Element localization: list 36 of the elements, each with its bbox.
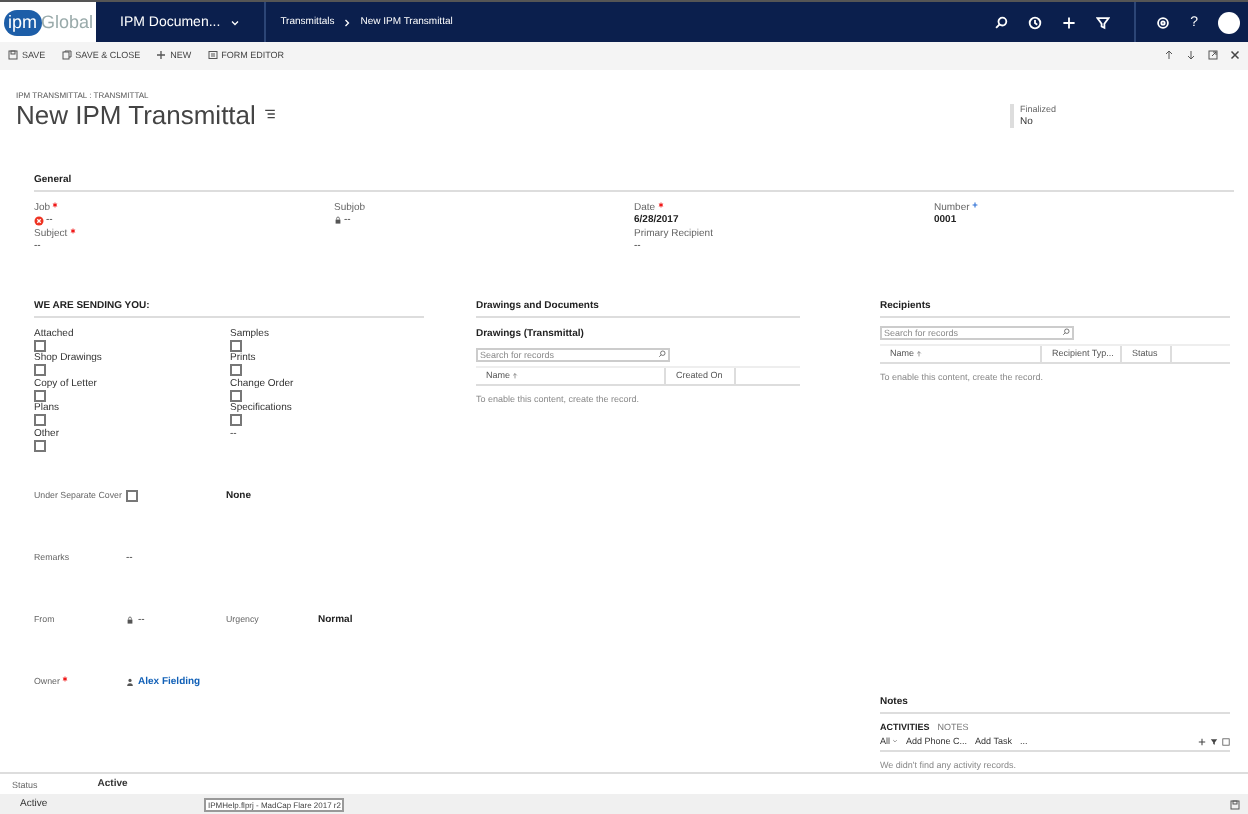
checkbox[interactable] bbox=[34, 364, 46, 377]
close-icon[interactable] bbox=[1230, 50, 1240, 61]
person-icon bbox=[126, 677, 134, 686]
popout-icon[interactable] bbox=[1208, 50, 1218, 61]
save-icon bbox=[8, 50, 18, 61]
checkbox[interactable] bbox=[230, 389, 242, 402]
avatar[interactable] bbox=[1218, 11, 1240, 33]
plus-icon bbox=[156, 50, 167, 61]
chevron-right-icon bbox=[342, 17, 353, 27]
lock-icon bbox=[334, 216, 342, 225]
save-icon[interactable] bbox=[1230, 799, 1240, 810]
error-icon bbox=[34, 215, 44, 226]
list-icon[interactable] bbox=[263, 108, 276, 121]
settings-icon[interactable] bbox=[1156, 15, 1171, 29]
checkbox[interactable] bbox=[34, 439, 46, 452]
checkbox[interactable] bbox=[126, 489, 138, 502]
filter-icon[interactable] bbox=[1210, 737, 1218, 746]
checkbox[interactable] bbox=[230, 364, 242, 377]
filter-icon[interactable] bbox=[1096, 15, 1111, 29]
checkbox[interactable] bbox=[34, 389, 46, 402]
grid-icon[interactable] bbox=[1222, 737, 1230, 746]
logo[interactable]: ipm Global bbox=[0, 2, 96, 42]
checkbox[interactable] bbox=[230, 339, 242, 352]
chevron-down-icon[interactable] bbox=[230, 17, 241, 27]
save-close-icon bbox=[61, 50, 72, 61]
history-icon[interactable] bbox=[1028, 15, 1043, 29]
logo-text: Global bbox=[41, 11, 94, 33]
checkbox[interactable] bbox=[34, 414, 46, 427]
form-title: New IPM Transmittal bbox=[16, 99, 256, 130]
checkbox[interactable] bbox=[230, 414, 242, 427]
form-icon bbox=[207, 50, 218, 61]
logo-mark: ipm bbox=[4, 9, 42, 35]
up-arrow-icon[interactable] bbox=[1164, 50, 1174, 61]
lock-icon bbox=[126, 615, 134, 624]
down-arrow-icon[interactable] bbox=[1186, 50, 1196, 61]
checkbox[interactable] bbox=[34, 339, 46, 352]
